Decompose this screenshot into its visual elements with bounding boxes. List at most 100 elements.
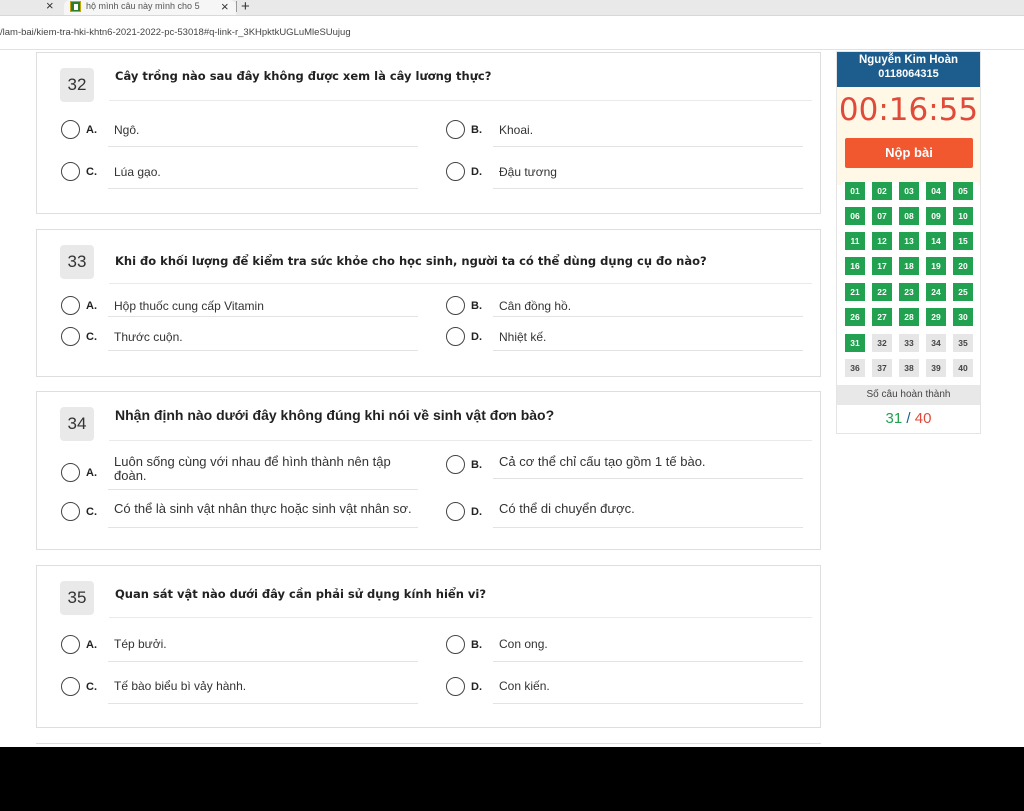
question-nav-cell[interactable]: 40	[953, 359, 973, 377]
radio-button[interactable]	[61, 635, 80, 654]
radio-button[interactable]	[446, 327, 465, 346]
question-nav-cell[interactable]: 26	[845, 308, 865, 326]
radio-button[interactable]	[446, 120, 465, 139]
option-a[interactable]: A. Ngô.	[61, 115, 418, 147]
new-tab-icon[interactable]: +	[241, 0, 250, 15]
divider	[109, 100, 812, 101]
submit-button[interactable]: Nộp bài	[845, 138, 973, 168]
option-underline	[108, 188, 418, 189]
option-text: Khoai.	[499, 123, 534, 137]
option-underline	[108, 489, 418, 490]
radio-button[interactable]	[61, 327, 80, 346]
question-nav-cell[interactable]: 20	[953, 257, 973, 275]
prev-tab-close-icon[interactable]: ×	[46, 0, 54, 12]
option-underline	[108, 661, 418, 662]
question-nav-cell[interactable]: 35	[953, 334, 973, 352]
question-nav-cell[interactable]: 24	[926, 283, 946, 301]
option-d[interactable]: D. Có thể di chuyển được.	[446, 493, 803, 528]
question-text: Quan sát vật nào dưới đây cần phải sử dụ…	[115, 587, 486, 601]
question-nav-cell[interactable]: 18	[899, 257, 919, 275]
question-nav-cell[interactable]: 33	[899, 334, 919, 352]
browser-tab[interactable]: hộ mình câu này mình cho 5 ×	[64, 0, 236, 15]
option-c[interactable]: C. Có thể là sinh vật nhân thực hoặc sin…	[61, 493, 418, 528]
question-nav-cell[interactable]: 10	[953, 207, 973, 225]
question-nav-cell[interactable]: 25	[953, 283, 973, 301]
question-nav-cell[interactable]: 01	[845, 182, 865, 200]
question-card-32: 32 Cây trồng nào sau đây không được xem …	[36, 52, 821, 214]
option-d[interactable]: D. Nhiệt kế.	[446, 317, 803, 351]
question-nav-cell[interactable]: 39	[926, 359, 946, 377]
question-nav-cell[interactable]: 22	[872, 283, 892, 301]
option-b[interactable]: B. Khoai.	[446, 115, 803, 147]
option-letter: D.	[471, 681, 482, 693]
question-nav-cell[interactable]: 06	[845, 207, 865, 225]
question-nav-cell[interactable]: 14	[926, 232, 946, 250]
question-nav-cell[interactable]: 34	[926, 334, 946, 352]
option-c[interactable]: C. Lúa gạo.	[61, 157, 418, 189]
question-nav-cell[interactable]: 31	[845, 334, 865, 352]
question-nav-cell[interactable]: 11	[845, 232, 865, 250]
question-nav-cell[interactable]: 28	[899, 308, 919, 326]
radio-button[interactable]	[446, 502, 465, 521]
radio-button[interactable]	[446, 296, 465, 315]
question-nav-cell[interactable]: 38	[899, 359, 919, 377]
student-id: 0118064315	[878, 68, 939, 80]
countdown-timer: 00:16:55	[838, 92, 979, 128]
radio-button[interactable]	[446, 162, 465, 181]
tab-divider	[236, 1, 237, 12]
question-nav-cell[interactable]: 37	[872, 359, 892, 377]
option-text: Thước cuộn.	[114, 330, 183, 344]
radio-button[interactable]	[61, 296, 80, 315]
radio-button[interactable]	[61, 120, 80, 139]
question-nav-cell[interactable]: 13	[899, 232, 919, 250]
radio-button[interactable]	[61, 502, 80, 521]
radio-button[interactable]	[61, 162, 80, 181]
option-letter: D.	[471, 166, 482, 178]
question-nav-cell[interactable]: 27	[872, 308, 892, 326]
question-nav-cell[interactable]: 16	[845, 257, 865, 275]
question-nav-cell[interactable]: 12	[872, 232, 892, 250]
question-nav-cell[interactable]: 19	[926, 257, 946, 275]
question-nav-cell[interactable]: 08	[899, 207, 919, 225]
question-nav-cell[interactable]: 09	[926, 207, 946, 225]
question-nav-cell[interactable]: 17	[872, 257, 892, 275]
tab-close-icon[interactable]: ×	[221, 0, 229, 14]
question-nav-cell[interactable]: 32	[872, 334, 892, 352]
option-text: Con kiến.	[499, 679, 550, 693]
url-text[interactable]: /lam-bai/kiem-tra-hki-khtn6-2021-2022-pc…	[0, 27, 351, 38]
option-a[interactable]: A. Hộp thuốc cung cấp Vitamin	[61, 283, 418, 317]
option-c[interactable]: C. Tế bào biểu bì vảy hành.	[61, 669, 418, 704]
question-nav-cell[interactable]: 15	[953, 232, 973, 250]
question-nav-cell[interactable]: 05	[953, 182, 973, 200]
question-nav-cell[interactable]: 02	[872, 182, 892, 200]
option-b[interactable]: B. Cân đồng hồ.	[446, 283, 803, 317]
option-text: Cân đồng hồ.	[499, 299, 572, 313]
question-nav-cell[interactable]: 29	[926, 308, 946, 326]
question-nav-cell[interactable]: 07	[872, 207, 892, 225]
question-nav-cell[interactable]: 30	[953, 308, 973, 326]
option-b[interactable]: B. Cả cơ thể chỉ cấu tạo gồm 1 tế bào.	[446, 452, 803, 490]
radio-button[interactable]	[61, 463, 80, 482]
option-c[interactable]: C. Thước cuộn.	[61, 317, 418, 351]
question-nav-cell[interactable]: 21	[845, 283, 865, 301]
address-bar[interactable]: /lam-bai/kiem-tra-hki-khtn6-2021-2022-pc…	[0, 16, 1024, 50]
completed-label: Số câu hoàn thành	[837, 385, 980, 405]
question-nav-cell[interactable]: 36	[845, 359, 865, 377]
question-nav-cell[interactable]: 03	[899, 182, 919, 200]
divider	[109, 440, 812, 441]
radio-button[interactable]	[446, 635, 465, 654]
question-nav-cell[interactable]: 04	[926, 182, 946, 200]
radio-button[interactable]	[446, 455, 465, 474]
option-d[interactable]: D. Đậu tương	[446, 157, 803, 189]
student-header: Nguyễn Kim Hoàn 0118064315	[837, 52, 980, 87]
question-card-33: 33 Khi đo khối lượng để kiểm tra sức khỏ…	[36, 229, 821, 377]
option-b[interactable]: B. Con ong.	[446, 627, 803, 662]
option-d[interactable]: D. Con kiến.	[446, 669, 803, 704]
question-nav-cell[interactable]: 23	[899, 283, 919, 301]
browser-tab-bar: × hộ mình câu này mình cho 5 × +	[0, 0, 1024, 16]
option-a[interactable]: A. Tép bưởi.	[61, 627, 418, 662]
radio-button[interactable]	[61, 677, 80, 696]
option-a[interactable]: A. Luôn sống cùng với nhau để hình thành…	[61, 452, 418, 490]
radio-button[interactable]	[446, 677, 465, 696]
option-text: Tế bào biểu bì vảy hành.	[114, 679, 247, 693]
